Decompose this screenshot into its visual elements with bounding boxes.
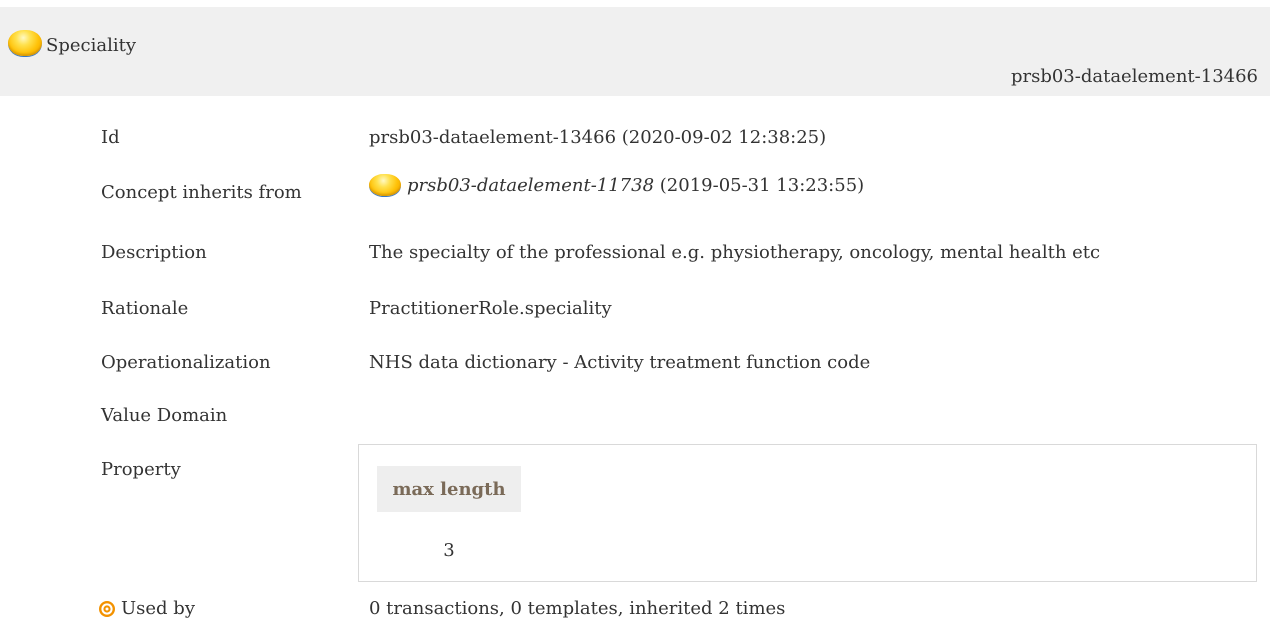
- property-column-header: max length: [377, 466, 521, 512]
- used-by-label-text: Used by: [121, 598, 195, 619]
- property-table: max length 3: [358, 444, 1257, 582]
- property-label: Property: [101, 459, 181, 480]
- used-by-label: Used by: [98, 598, 195, 619]
- operationalization-label: Operationalization: [101, 352, 271, 373]
- status-orb-icon: [369, 174, 401, 196]
- description-label: Description: [101, 242, 207, 263]
- concept-title-text: Speciality: [46, 35, 136, 56]
- inherits-ref-date: (2019-05-31 13:23:55): [659, 175, 865, 196]
- target-icon: [99, 600, 115, 617]
- concept-title: Speciality: [8, 29, 136, 56]
- property-column-value: 3: [443, 540, 455, 561]
- inherits-label: Concept inherits from: [101, 182, 302, 203]
- description-value: The specialty of the professional e.g. p…: [369, 242, 1101, 263]
- value-domain-label: Value Domain: [101, 405, 228, 426]
- concept-header-id: prsb03-dataelement-13466: [1010, 66, 1258, 87]
- inherits-ref-link[interactable]: prsb03-dataelement-11738: [407, 175, 654, 196]
- inherits-value: prsb03-dataelement-11738 (2019-05-31 13:…: [369, 174, 864, 196]
- rationale-label: Rationale: [101, 298, 189, 319]
- concept-header: Speciality prsb03-dataelement-13466: [0, 7, 1270, 96]
- used-by-value: 0 transactions, 0 templates, inherited 2…: [369, 598, 786, 619]
- operationalization-value: NHS data dictionary - Activity treatment…: [369, 352, 871, 373]
- rationale-value: PractitionerRole.speciality: [369, 298, 612, 319]
- id-value: prsb03-dataelement-13466 (2020-09-02 12:…: [369, 127, 827, 148]
- status-orb-icon: [8, 29, 42, 56]
- id-label: Id: [101, 127, 120, 148]
